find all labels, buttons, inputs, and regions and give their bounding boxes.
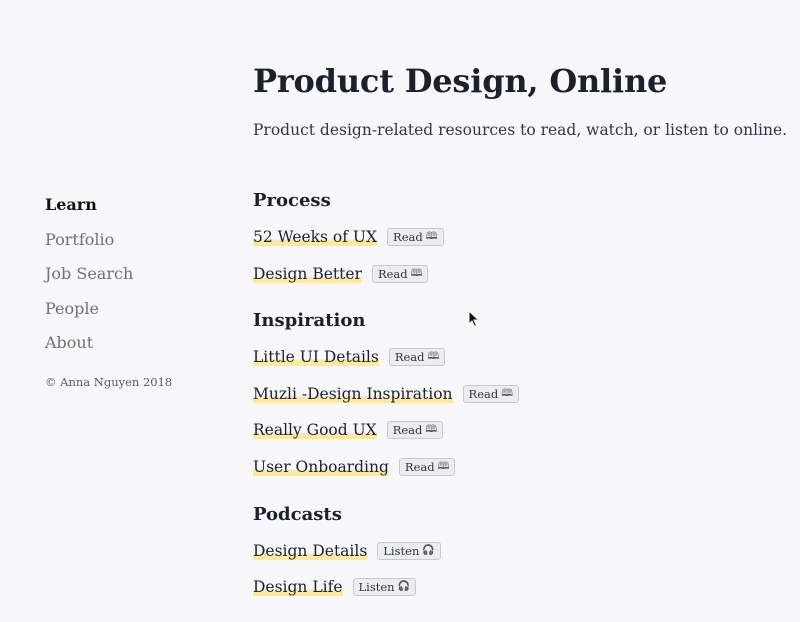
page-subtitle: Product design-related resources to read… [253,121,788,139]
section-podcasts: Podcasts Design Details Listen 🎧 Design L… [253,502,773,609]
resource-link[interactable]: Muzli -Design Inspiration [253,382,453,405]
list-item: 52 Weeks of UX Read 🕮 [253,222,773,259]
sidebar-item-learn[interactable]: Learn [45,194,133,229]
sidebar-nav: Learn Portfolio Job Search People About [45,194,133,367]
resource-link[interactable]: Design Details [253,539,368,562]
badge-label: Read [393,230,423,244]
sidebar-item-portfolio[interactable]: Portfolio [45,229,133,264]
resource-link[interactable]: Design Better [253,262,362,285]
resource-link[interactable]: User Onboarding [253,455,389,478]
copyright: © Anna Nguyen 2018 [45,375,173,389]
book-icon: 🕮 [425,424,438,436]
book-icon: 🕮 [410,267,423,279]
read-badge[interactable]: Read 🕮 [386,421,444,440]
list-item: Design Details Listen 🎧 [253,536,773,573]
sidebar-item-about[interactable]: About [45,332,133,367]
section-title: Podcasts [253,503,342,525]
book-icon: 🕮 [501,387,514,399]
section-process: Process 52 Weeks of UX Read 🕮 Design Bett… [253,188,773,295]
mouse-cursor-icon [468,310,480,328]
read-badge[interactable]: Read 🕮 [371,264,429,283]
book-icon: 🕮 [427,351,440,363]
read-badge[interactable]: Read 🕮 [387,228,444,246]
sidebar-item-job-search[interactable]: Job Search [45,263,133,298]
listen-badge[interactable]: Listen 🎧 [377,541,441,560]
list-item: Really Good UX Read 🕮 [253,415,773,452]
badge-label: Read [394,350,425,365]
list-item: Design Life Listen 🎧 [253,572,773,609]
listen-badge[interactable]: Listen 🎧 [352,578,417,597]
resource-link[interactable]: Little UI Details [253,346,379,369]
book-icon: 🕮 [425,231,438,242]
headphones-icon: 🎧 [397,581,411,593]
resource-link[interactable]: Design Life [253,576,343,599]
section-inspiration: Inspiration Little UI Details Read 🕮 Muzl… [253,308,773,488]
badge-label: Read [468,386,499,401]
read-badge[interactable]: Read 🕮 [398,457,456,476]
resource-link[interactable]: 52 Weeks of UX [253,226,378,248]
resource-link[interactable]: Really Good UX [253,419,377,442]
list-item: User Onboarding Read 🕮 [253,452,773,489]
section-title: Inspiration [253,310,366,332]
book-icon: 🕮 [437,460,450,472]
badge-label: Listen [358,580,395,595]
badge-label: Listen [383,543,420,558]
headphones-icon: 🎧 [422,544,435,556]
list-item: Little UI Details Read 🕮 [253,342,773,379]
read-badge[interactable]: Read 🕮 [462,384,520,403]
list-item: Muzli -Design Inspiration Read 🕮 [253,379,773,416]
list-item: Design Better Read 🕮 [253,259,773,296]
page-title: Product Design, Online [253,62,668,100]
badge-label: Read [404,459,435,474]
section-title: Process [253,190,331,211]
sidebar-item-people[interactable]: People [45,298,133,333]
resource-list: Process 52 Weeks of UX Read 🕮 Design Bett… [253,188,773,622]
badge-label: Read [392,423,423,438]
badge-label: Read [377,266,408,281]
read-badge[interactable]: Read 🕮 [388,348,446,367]
